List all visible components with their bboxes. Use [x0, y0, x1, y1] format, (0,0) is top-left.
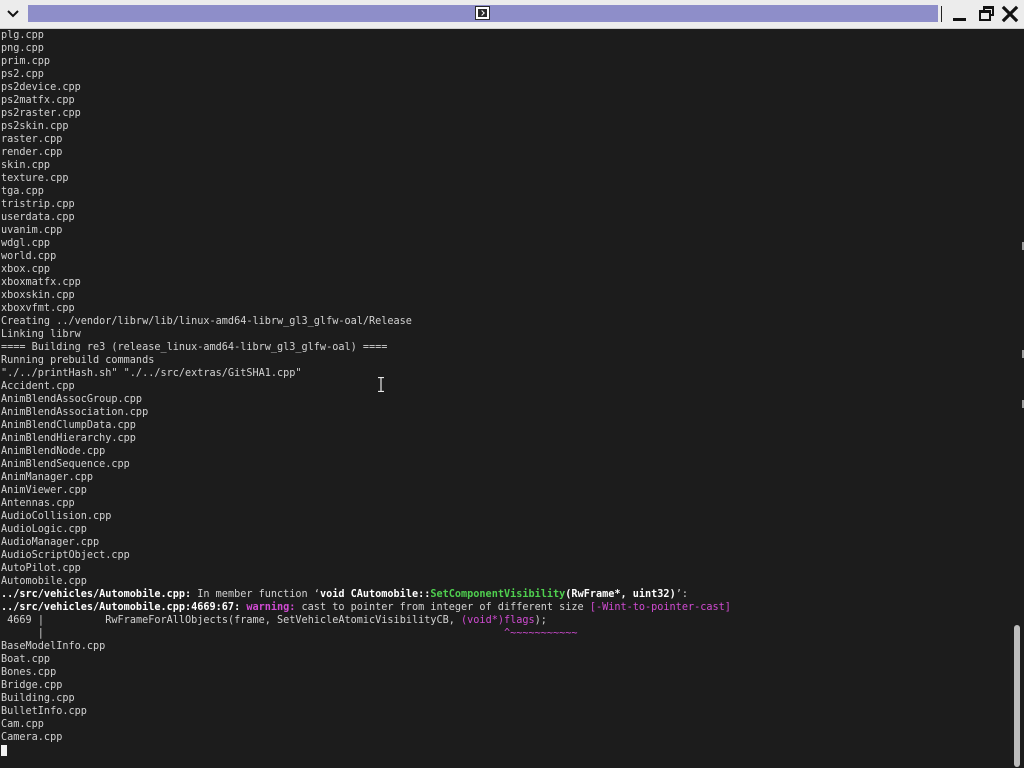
terminal-line: ps2device.cpp — [1, 82, 81, 93]
terminal-line: AudioCollision.cpp — [1, 511, 112, 522]
window-title[interactable] — [28, 5, 938, 22]
build-log-bottom: BaseModelInfo.cpp Boat.cpp Bones.cpp Bridge… — [1, 640, 1010, 744]
terminal-line: AnimBlendAssocGroup.cpp — [1, 394, 143, 405]
terminal-cursor — [1, 745, 7, 756]
terminal-line: xboxskin.cpp — [1, 290, 75, 301]
scrollbar[interactable] — [1011, 29, 1024, 768]
terminal-line: Running prebuild commands — [1, 355, 155, 366]
terminal-line: AnimBlendNode.cpp — [1, 446, 106, 457]
terminal-line: xbox.cpp — [1, 264, 51, 275]
terminal-line: prim.cpp — [1, 56, 51, 67]
minimize-icon — [953, 18, 966, 21]
terminal-line: AudioScriptObject.cpp — [1, 550, 130, 561]
minimize-button[interactable] — [950, 4, 970, 24]
terminal-line: AnimBlendAssociation.cpp — [1, 407, 149, 418]
terminal-line: AudioLogic.cpp — [1, 524, 87, 535]
window-titlebar[interactable] — [0, 0, 1024, 29]
window-menu-button[interactable] — [2, 3, 24, 25]
terminal-line: userdata.cpp — [1, 212, 75, 223]
scrollbar-thumb[interactable] — [1014, 625, 1020, 767]
terminal-line: render.cpp — [1, 147, 63, 158]
terminal-line: Cam.cpp — [1, 719, 44, 730]
terminal-line: AnimManager.cpp — [1, 472, 94, 483]
terminal-line: Antennas.cpp — [1, 498, 75, 509]
terminal-line: BulletInfo.cpp — [1, 706, 87, 717]
terminal-line: Linking librw — [1, 329, 81, 340]
caret-marker-line: | ^~~~~~~~~~~~ — [1, 628, 578, 639]
terminal-line: skin.cpp — [1, 160, 51, 171]
terminal-line: AnimBlendSequence.cpp — [1, 459, 130, 470]
terminal-line: ps2.cpp — [1, 69, 44, 80]
terminal-line: png.cpp — [1, 43, 44, 54]
terminal-line: world.cpp — [1, 251, 57, 262]
terminal-line: uvanim.cpp — [1, 225, 63, 236]
terminal-line: tga.cpp — [1, 186, 44, 197]
terminal-line: Creating ../vendor/librw/lib/linux-amd64… — [1, 316, 412, 327]
build-log-top: plg.cpp png.cpp prim.cpp ps2.cpp ps2device.c… — [1, 29, 1010, 588]
chevron-down-icon — [7, 10, 19, 18]
terminal-line: Accident.cpp — [1, 381, 75, 392]
terminal-line: AudioManager.cpp — [1, 537, 100, 548]
terminal-line: BaseModelInfo.cpp — [1, 641, 106, 652]
terminal-line: Automobile.cpp — [1, 576, 87, 587]
terminal-line: Boat.cpp — [1, 654, 51, 665]
terminal-icon — [475, 6, 490, 20]
terminal-line: AnimBlendClumpData.cpp — [1, 420, 136, 431]
diagnostic-context-line: ../src/vehicles/Automobile.cpp: In membe… — [1, 589, 688, 600]
terminal-line: Bridge.cpp — [1, 680, 63, 691]
terminal-line: Building.cpp — [1, 693, 75, 704]
terminal-line: raster.cpp — [1, 134, 63, 145]
terminal-line: ps2skin.cpp — [1, 121, 69, 132]
terminal-line: Bones.cpp — [1, 667, 57, 678]
terminal-line: ps2raster.cpp — [1, 108, 81, 119]
terminal-line: xboxmatfx.cpp — [1, 277, 81, 288]
terminal-line: AnimViewer.cpp — [1, 485, 87, 496]
terminal-line: AutoPilot.cpp — [1, 563, 81, 574]
close-icon — [1001, 5, 1019, 23]
terminal-line: ==== Building re3 (release_linux-amd64-l… — [1, 342, 388, 353]
maximize-button[interactable] — [977, 4, 997, 24]
source-code-line: 4669 | RwFrameForAllObjects(frame, SetVe… — [1, 615, 547, 626]
terminal-line: tristrip.cpp — [1, 199, 75, 210]
terminal-output[interactable]: plg.cpp png.cpp prim.cpp ps2.cpp ps2device.c… — [0, 29, 1010, 768]
terminal-line: plg.cpp — [1, 30, 44, 41]
titlebar-divider — [941, 6, 942, 22]
terminal-line: "./../printHash.sh" "./../src/extras/Git… — [1, 368, 302, 379]
terminal-line: Camera.cpp — [1, 732, 63, 743]
terminal-line: wdgl.cpp — [1, 238, 51, 249]
close-button[interactable] — [1000, 4, 1020, 24]
terminal-line: xboxvfmt.cpp — [1, 303, 75, 314]
text-cursor-icon — [378, 377, 384, 392]
terminal-line: ps2matfx.cpp — [1, 95, 75, 106]
terminal-line: AnimBlendHierarchy.cpp — [1, 433, 136, 444]
warning-line: ../src/vehicles/Automobile.cpp:4669:67: … — [1, 602, 731, 613]
terminal-line: texture.cpp — [1, 173, 69, 184]
